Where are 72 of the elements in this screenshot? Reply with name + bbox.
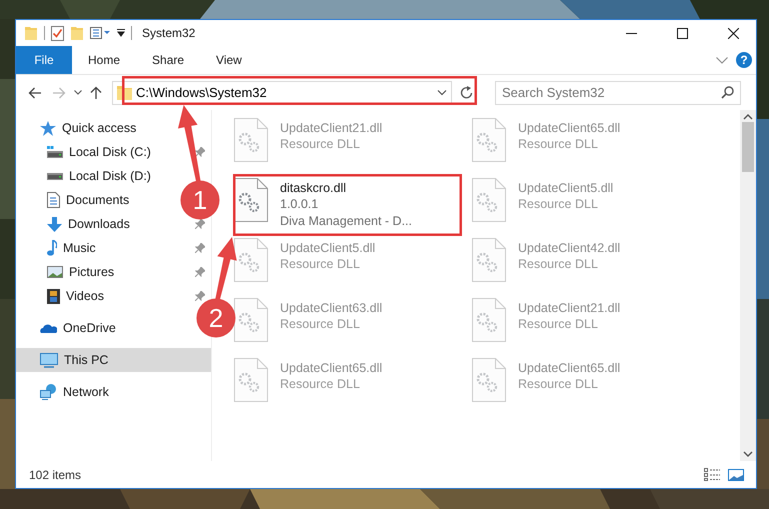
file-name[interactable]: ditaskcro.dll	[280, 180, 412, 196]
file-detail: Resource DLL	[280, 136, 361, 153]
file-detail: Resource DLL	[280, 376, 361, 393]
sidebar-item[interactable]: OneDrive	[16, 316, 120, 340]
gear-file-icon[interactable]	[234, 178, 268, 222]
drive-icon	[47, 146, 63, 158]
file-detail: Resource DLL	[280, 316, 361, 333]
help-button[interactable]: ?	[736, 52, 752, 68]
minimize-button[interactable]	[626, 32, 637, 34]
chevron-icon[interactable]	[716, 56, 728, 64]
download-icon	[47, 216, 62, 232]
sidebar-item[interactable]: Quick access	[16, 116, 140, 140]
back-button[interactable]	[28, 86, 41, 98]
pin-icon[interactable]	[195, 147, 205, 157]
sidebar-item[interactable]: Downloads	[16, 212, 134, 236]
sidebar-item[interactable]: Network	[16, 380, 113, 404]
pin-icon[interactable]	[195, 219, 205, 229]
ribbon-tab[interactable]: Home	[72, 46, 136, 74]
dropdown-icon[interactable]	[437, 90, 447, 96]
star-icon	[40, 120, 56, 136]
search-icon[interactable]	[721, 86, 734, 99]
large-icons-view-icon[interactable]	[728, 468, 744, 480]
caret-icon[interactable]	[117, 29, 125, 37]
file-detail: Resource DLL	[518, 136, 599, 153]
file-detail: Resource DLL	[518, 316, 599, 333]
pin-icon[interactable]	[195, 243, 205, 253]
up-button[interactable]	[90, 86, 102, 99]
address-bar[interactable]: C:\Windows\System32	[112, 80, 452, 104]
properties-icon[interactable]	[90, 27, 111, 39]
step-badge: 2	[196, 298, 236, 338]
sidebar-item[interactable]: Local Disk (C:)	[16, 140, 155, 164]
network-icon	[40, 384, 57, 400]
sidebar-item[interactable]: Documents	[16, 188, 134, 212]
picture-icon	[47, 266, 63, 278]
step-badge: 1	[180, 180, 220, 220]
close-button[interactable]	[728, 28, 739, 38]
search-field[interactable]: Search System32	[502, 85, 721, 100]
sidebar-item[interactable]: Local Disk (D:)	[16, 164, 155, 188]
window-title: System32	[142, 26, 196, 40]
forward-button[interactable]	[53, 86, 66, 98]
music-note-icon	[47, 240, 57, 256]
file-detail: Resource DLL	[518, 376, 599, 393]
scrollbar[interactable]	[740, 110, 756, 461]
file-detail: Resource DLL	[518, 256, 599, 273]
scroll-down-icon[interactable]	[743, 451, 753, 457]
cloud-icon	[40, 324, 57, 332]
pin-icon[interactable]	[195, 267, 205, 277]
maximize-button[interactable]	[677, 28, 688, 38]
film-icon	[47, 288, 60, 304]
sidebar-item[interactable]: Videos	[16, 284, 108, 308]
pin-icon[interactable]	[195, 291, 205, 301]
file-detail: Resource DLL	[518, 196, 599, 213]
checklist-icon[interactable]	[51, 26, 64, 40]
search-box[interactable]: Search System32	[495, 80, 741, 104]
refresh-button[interactable]	[460, 86, 473, 99]
ribbon-tab[interactable]: Share	[136, 46, 200, 74]
computer-icon	[40, 352, 58, 368]
document-icon	[47, 192, 60, 208]
sidebar-item[interactable]: This PC	[16, 348, 211, 372]
drive-icon	[47, 172, 63, 180]
ribbon-tab[interactable]: View	[200, 46, 258, 74]
file-detail: 1.0.0.1	[280, 196, 320, 213]
details-view-icon[interactable]	[704, 468, 720, 481]
scroll-thumb[interactable]	[742, 122, 754, 172]
scroll-up-icon[interactable]	[743, 114, 753, 120]
recent-locations-icon[interactable]	[74, 90, 82, 95]
item-count: 102 items	[29, 468, 82, 482]
file-tab[interactable]: File	[16, 46, 72, 74]
file-detail: Diva Management - D...	[280, 213, 412, 230]
sidebar-item[interactable]: Pictures	[16, 260, 118, 284]
sidebar-item[interactable]: Music	[16, 236, 100, 260]
file-detail: Resource DLL	[280, 256, 361, 273]
